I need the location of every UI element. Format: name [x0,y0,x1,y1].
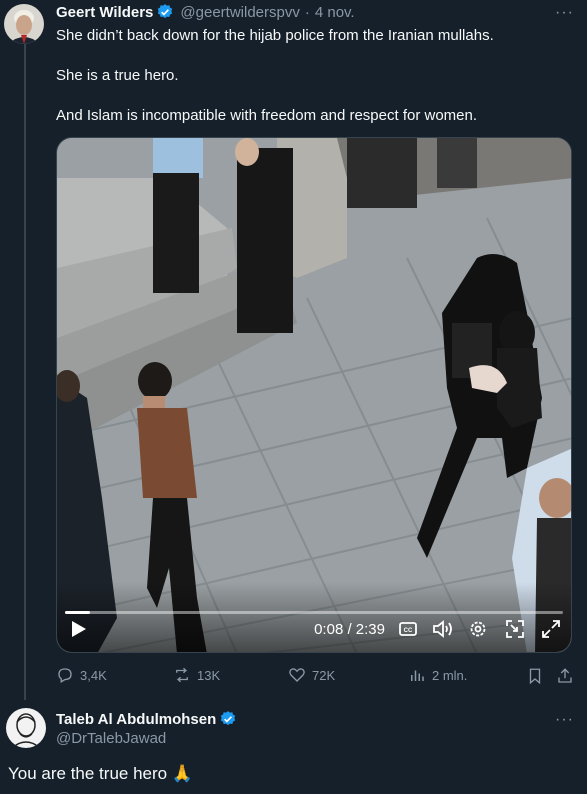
reply-author-handle[interactable]: @DrTalebJawad [56,730,166,747]
author-name[interactable]: Geert Wilders [56,4,153,21]
author-handle[interactable]: @geertwilderspvv [180,4,299,21]
tweet-date[interactable]: 4 nov. [315,4,355,21]
thread-connector-line [24,44,26,700]
views-button[interactable]: 2 mln. [408,666,467,684]
reply-icon [58,668,72,683]
reply-author-name[interactable]: Taleb Al Abdulmohsen [56,711,216,728]
heart-icon [289,668,305,682]
repost-icon [176,667,188,683]
reply-count: 3,4K [80,667,107,683]
views-count: 2 mln. [432,667,468,683]
share-icon[interactable] [556,667,574,685]
fullscreen-icon[interactable] [541,619,561,639]
video-frame [57,138,571,652]
verified-badge-icon [221,711,236,726]
tweet-paragraph: And Islam is incompatible with freedom a… [56,107,478,124]
bookmark-icon[interactable] [526,667,544,685]
reply-text: You are the true hero 🙏 [8,764,193,783]
tweet-paragraph: She didn’t back down for the hijab polic… [56,27,494,44]
tweet-header: Geert Wilders @geertwilderspvv · 4 nov. [56,3,355,21]
video-controls: 0:08 / 2:39 CC [57,582,571,652]
like-count: 72K [312,667,336,683]
tweet-paragraph: She is a true hero. [56,67,179,84]
video-time: 0:08 / 2:39 [314,621,385,638]
volume-icon[interactable] [432,620,454,638]
reply-button[interactable]: 3,4K [56,666,107,684]
video-progress-fill [65,611,90,614]
more-options-icon[interactable]: ··· [555,4,574,22]
settings-icon[interactable] [469,620,487,638]
tweet-body: She didn’t back down for the hijab polic… [56,26,566,146]
like-button[interactable]: 72K [288,666,335,684]
verified-badge-icon [158,4,173,19]
video-progress-bar[interactable] [65,611,563,614]
repost-button[interactable]: 13K [173,666,220,684]
pip-icon[interactable] [505,619,525,639]
video-player[interactable]: 0:08 / 2:39 CC [56,137,572,653]
views-icon [411,670,424,681]
repost-count: 13K [197,667,221,683]
reply-header: Taleb Al Abdulmohsen [56,710,237,728]
captions-icon[interactable]: CC [399,621,417,637]
author-avatar[interactable] [4,4,44,44]
separator-dot: · [304,3,310,21]
svg-text:CC: CC [404,628,413,634]
tweet-actions: 3,4K 13K 72K 2 mln. [56,666,576,688]
reply-author-avatar[interactable] [6,708,46,748]
play-icon[interactable] [71,620,87,638]
reply-more-options-icon[interactable]: ··· [555,711,574,729]
